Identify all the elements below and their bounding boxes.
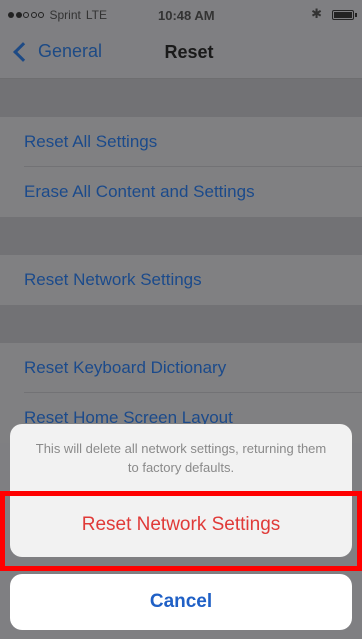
highlight-box: [0, 491, 362, 571]
reset-options-list: Reset All Settings Erase All Content and…: [0, 79, 362, 443]
action-sheet-message: This will delete all network settings, r…: [35, 441, 327, 475]
network-type-label: LTE: [85, 8, 107, 22]
bluetooth-icon: ✱: [311, 6, 322, 21]
section-spacer: [0, 217, 362, 255]
cancel-button[interactable]: Cancel: [10, 574, 352, 630]
navigation-bar: General Reset: [0, 30, 362, 79]
reset-keyboard-dictionary-row[interactable]: Reset Keyboard Dictionary: [0, 343, 362, 393]
section-spacer: [0, 305, 362, 343]
status-time: 10:48 AM: [158, 8, 215, 23]
reset-all-settings-row[interactable]: Reset All Settings: [0, 117, 362, 167]
reset-network-settings-row[interactable]: Reset Network Settings: [0, 255, 362, 305]
status-bar: Sprint LTE 10:48 AM ✱: [0, 0, 362, 30]
settings-screen: Sprint LTE 10:48 AM ✱ General Reset Rese…: [0, 0, 362, 639]
signal-strength-icon: [8, 12, 46, 18]
page-title: Reset: [164, 42, 214, 62]
erase-all-content-row[interactable]: Erase All Content and Settings: [0, 167, 362, 217]
carrier-label: Sprint: [49, 8, 81, 22]
battery-icon: [332, 10, 357, 20]
section-spacer: [0, 79, 362, 117]
